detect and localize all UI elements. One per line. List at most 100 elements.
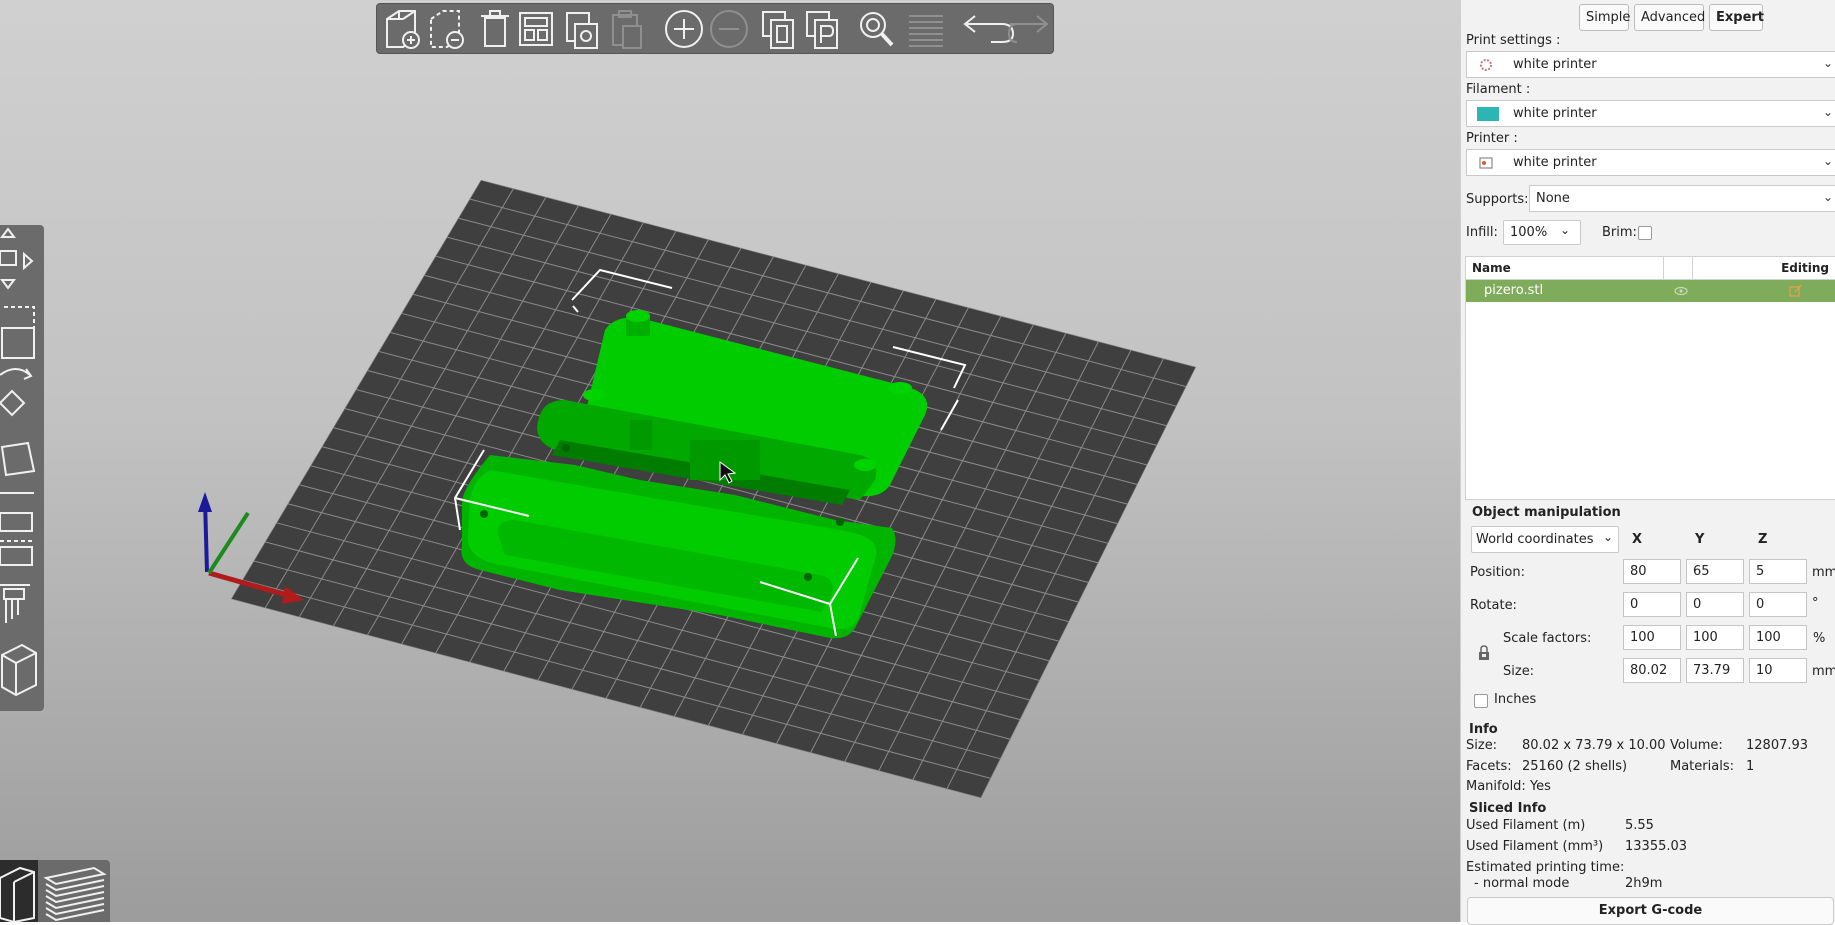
scale-y-input[interactable]: 100	[1686, 625, 1744, 650]
column-editing[interactable]: Editing	[1781, 261, 1829, 275]
mode-simple-button[interactable]: Simple	[1579, 4, 1630, 31]
print-settings-value: white printer	[1513, 57, 1597, 72]
normal-mode-value: 2h9m	[1625, 876, 1663, 891]
mode-advanced-button[interactable]: Advanced	[1634, 4, 1705, 31]
undo-icon[interactable]	[963, 15, 1015, 43]
brim-checkbox[interactable]	[1638, 226, 1652, 240]
column-name[interactable]: Name	[1472, 261, 1511, 275]
list-item[interactable]: pizero.stl	[1466, 280, 1835, 302]
sliced-info-title: Sliced Info	[1469, 801, 1547, 816]
y-axis	[207, 511, 250, 575]
arrange-icon[interactable]	[519, 12, 553, 46]
rotate-unit: °	[1812, 596, 1819, 611]
split-objects-icon[interactable]	[762, 11, 794, 49]
print-time-label: Estimated printing time:	[1466, 860, 1625, 875]
rotate-icon[interactable]	[0, 368, 33, 417]
chevron-down-icon: ⌄	[1822, 190, 1833, 204]
preview-layers-icon[interactable]	[43, 866, 107, 922]
instance-add-icon[interactable]	[665, 10, 703, 48]
scale-z-input[interactable]: 100	[1749, 625, 1807, 650]
size-y-input[interactable]: 73.79	[1686, 658, 1744, 683]
supports-combo[interactable]: None ⌄	[1529, 185, 1835, 212]
info-size-value: 80.02 x 73.79 x 10.00	[1522, 738, 1666, 753]
chevron-down-icon: ⌄	[1559, 223, 1570, 237]
size-x-input[interactable]: 80.02	[1623, 658, 1681, 683]
used-filament-mm3-value: 13355.03	[1625, 839, 1688, 854]
print-settings-combo[interactable]: white printer ⌄	[1466, 51, 1835, 78]
bottom-view-toolbar	[0, 860, 110, 922]
chevron-down-icon: ⌄	[1602, 530, 1613, 544]
edit-settings-icon[interactable]	[1788, 284, 1802, 298]
scene-canvas[interactable]	[0, 0, 1460, 922]
inches-label: Inches	[1494, 692, 1537, 707]
size-z-input[interactable]: 10	[1749, 658, 1807, 683]
delete-all-icon[interactable]	[481, 10, 509, 47]
paint-supports-icon[interactable]	[0, 584, 30, 623]
size-label: Size:	[1503, 664, 1535, 679]
position-y-input[interactable]: 65	[1686, 559, 1744, 584]
object-name: pizero.stl	[1484, 283, 1544, 298]
info-volume-label: Volume:	[1670, 738, 1723, 753]
redo-icon[interactable]	[1007, 15, 1049, 43]
info-materials-value: 1	[1746, 759, 1755, 774]
coordinate-system-combo[interactable]: World coordinates ⌄	[1471, 526, 1619, 553]
add-icon[interactable]	[386, 10, 420, 49]
supports-label: Supports:	[1466, 192, 1529, 207]
sidebar: Simple Advanced Expert Print settings : …	[1460, 0, 1835, 925]
infill-combo[interactable]: 100% ⌄	[1503, 220, 1581, 245]
infill-value: 100%	[1510, 225, 1548, 240]
chevron-down-icon: ⌄	[1822, 105, 1833, 119]
object-list[interactable]: Name Editing pizero.stl	[1465, 256, 1835, 500]
inches-checkbox[interactable]	[1474, 694, 1488, 708]
used-filament-mm3-label: Used Filament (mm³)	[1466, 839, 1604, 854]
left-toolbar	[0, 225, 44, 711]
position-x-input[interactable]: 80	[1623, 559, 1681, 584]
place-on-face-icon[interactable]	[0, 441, 36, 494]
axis-z-label: Z	[1758, 532, 1768, 547]
position-label: Position:	[1470, 565, 1525, 580]
scale-x-input[interactable]: 100	[1623, 625, 1681, 650]
filament-value: white printer	[1513, 106, 1597, 121]
info-facets-value: 25160 (2 shells)	[1522, 759, 1628, 774]
print-settings-icon	[1480, 59, 1492, 71]
export-gcode-button[interactable]: Export G-code	[1467, 897, 1834, 925]
paste-icon[interactable]	[612, 10, 642, 49]
filament-label: Filament :	[1466, 82, 1531, 97]
filament-color-swatch	[1477, 107, 1499, 121]
view-cube-icon[interactable]	[1, 643, 37, 697]
position-z-input[interactable]: 5	[1749, 559, 1807, 584]
object-manipulation-title: Object manipulation	[1472, 505, 1621, 520]
move-icon[interactable]	[0, 227, 34, 290]
eye-icon[interactable]	[1674, 285, 1688, 297]
infill-label: Infill:	[1466, 225, 1498, 240]
scale-icon[interactable]	[1, 306, 35, 359]
used-filament-m-value: 5.55	[1625, 818, 1654, 833]
rotate-x-input[interactable]: 0	[1623, 592, 1681, 617]
instance-remove-icon[interactable]	[710, 10, 748, 48]
3d-viewport[interactable]	[0, 0, 1460, 922]
rotate-y-input[interactable]: 0	[1686, 592, 1744, 617]
cut-icon[interactable]	[0, 512, 34, 566]
position-unit: mm	[1812, 565, 1835, 580]
printer-combo[interactable]: white printer ⌄	[1466, 149, 1835, 176]
search-icon[interactable]	[860, 12, 894, 47]
rotate-z-input[interactable]: 0	[1749, 592, 1807, 617]
print-settings-label: Print settings :	[1466, 33, 1561, 48]
info-facets-label: Facets:	[1466, 759, 1512, 774]
copy-icon[interactable]	[566, 12, 598, 49]
filament-combo[interactable]: white printer ⌄	[1466, 100, 1835, 127]
supports-value: None	[1536, 191, 1570, 206]
printer-icon	[1479, 157, 1493, 169]
object-list-header: Name Editing	[1466, 257, 1835, 280]
info-materials-label: Materials:	[1670, 759, 1734, 774]
coordinate-system-value: World coordinates	[1476, 532, 1594, 547]
chevron-down-icon: ⌄	[1822, 56, 1833, 70]
split-parts-icon[interactable]	[806, 11, 838, 49]
info-volume-value: 12807.93	[1746, 738, 1809, 753]
lock-icon[interactable]	[1478, 645, 1490, 661]
axis-y-label: Y	[1695, 532, 1705, 547]
layers-editing-icon[interactable]	[909, 15, 943, 47]
mode-expert-button[interactable]: Expert	[1709, 4, 1764, 31]
chevron-down-icon: ⌄	[1822, 154, 1833, 168]
info-title: Info	[1469, 722, 1498, 737]
